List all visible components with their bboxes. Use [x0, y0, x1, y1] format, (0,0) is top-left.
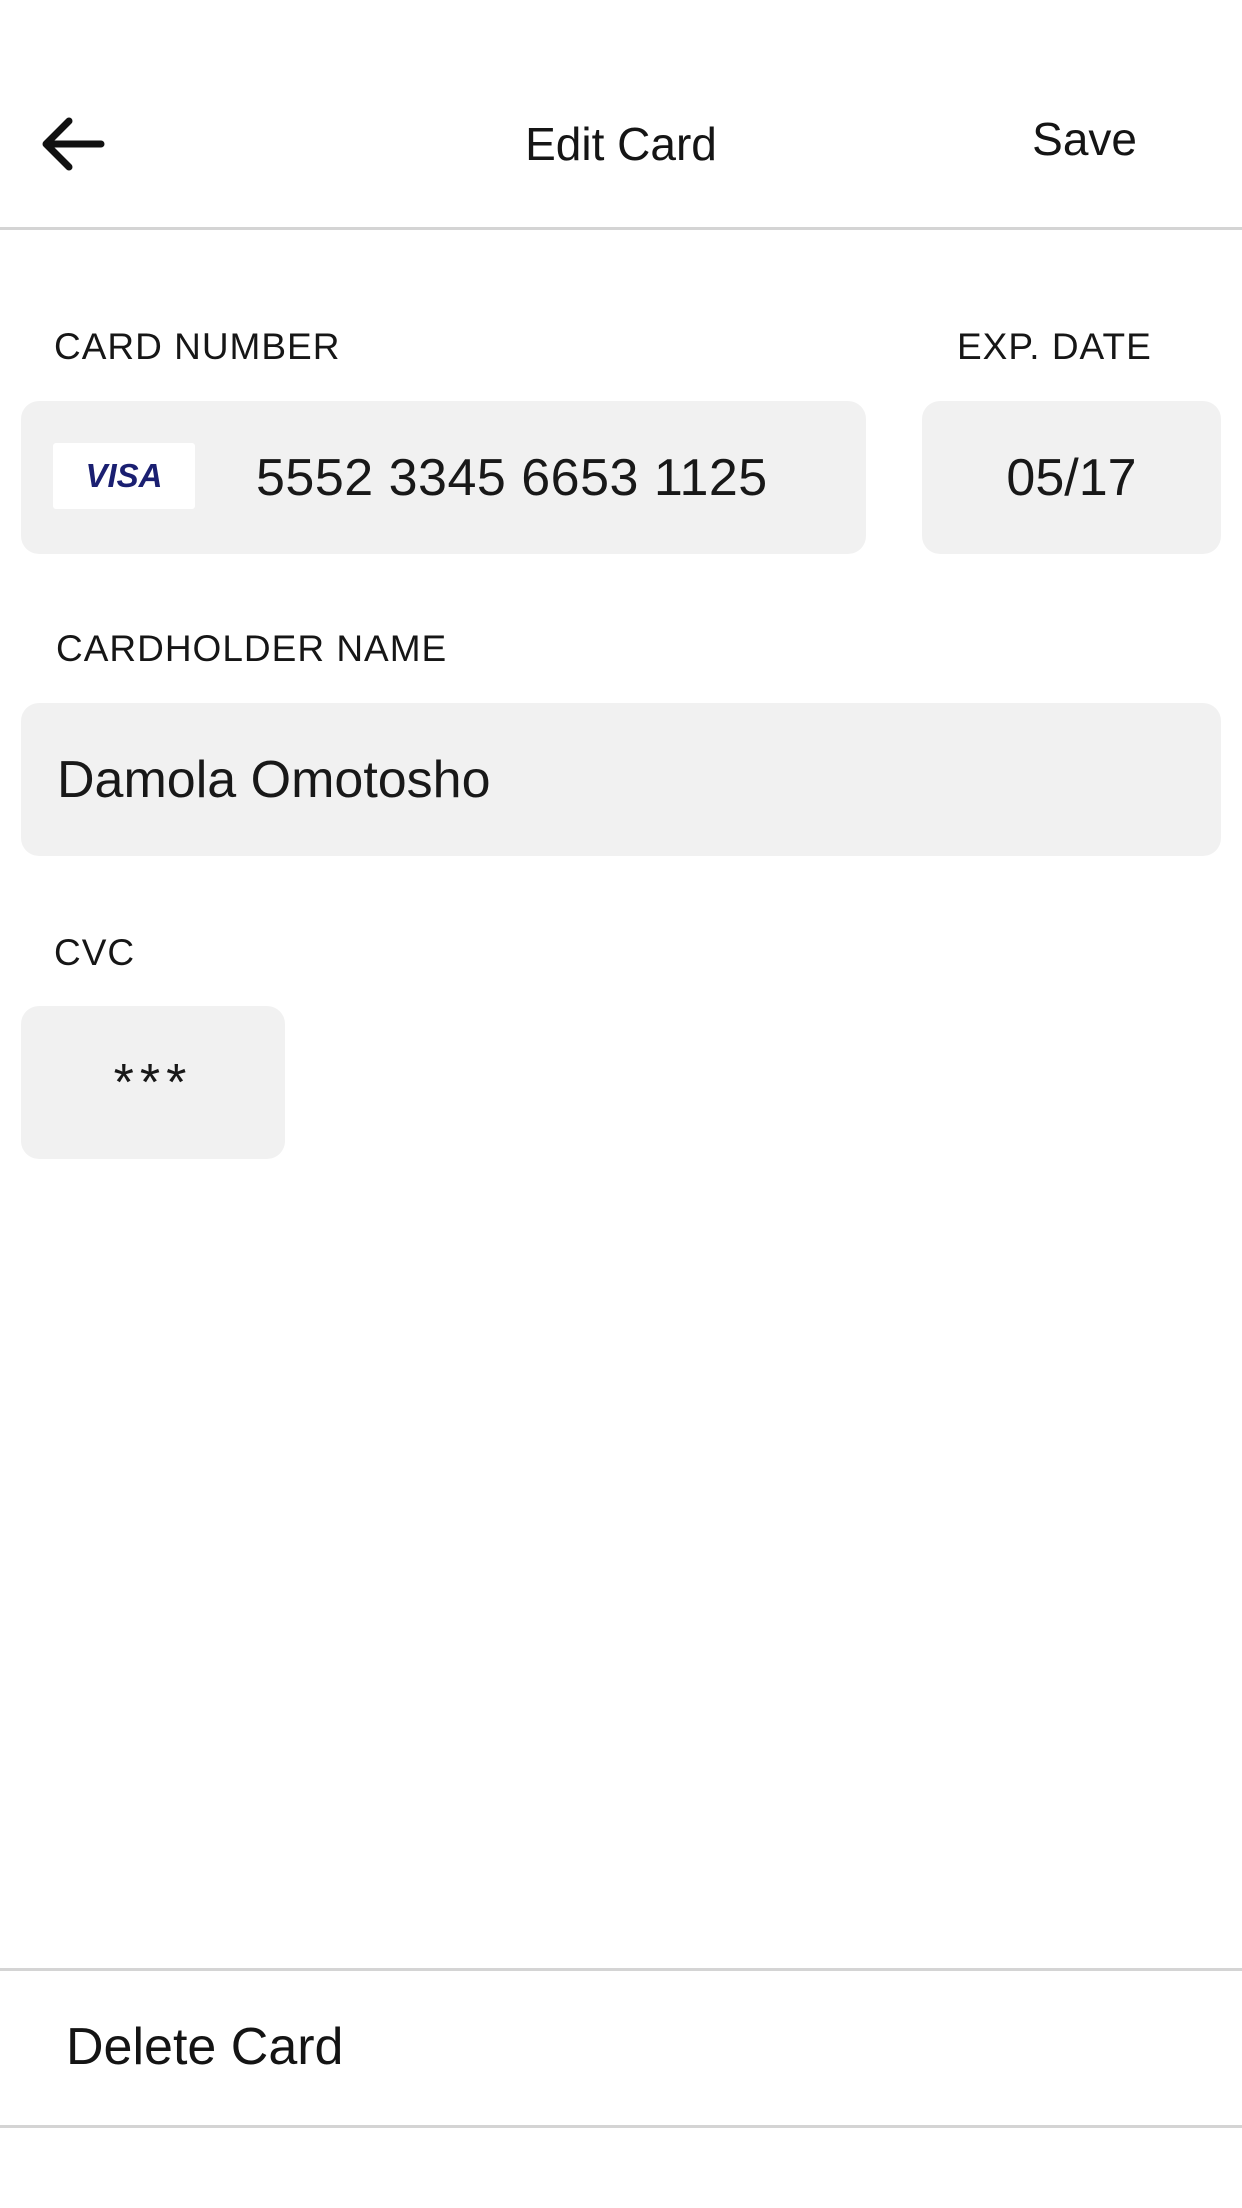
exp-date-value: 05/17	[1006, 448, 1137, 507]
svg-text:VISA: VISA	[85, 457, 162, 494]
delete-card-button[interactable]: Delete Card	[0, 1968, 1242, 2128]
cvc-field[interactable]: ***	[21, 1006, 285, 1159]
cardholder-name-field[interactable]: Damola Omotosho	[21, 703, 1221, 856]
cvc-label: CVC	[54, 932, 136, 973]
top-nav-bar: Edit Card Save	[0, 0, 1242, 230]
visa-logo: VISA	[53, 443, 195, 509]
cardholder-name-value: Damola Omotosho	[57, 750, 491, 809]
card-number-value: 5552 3345 6653 1125	[256, 448, 768, 507]
exp-date-field[interactable]: 05/17	[922, 401, 1221, 554]
delete-card-label: Delete Card	[66, 2018, 344, 2076]
cardholder-name-label: CARDHOLDER NAME	[56, 628, 448, 669]
visa-icon: VISA	[85, 457, 162, 494]
exp-date-label: EXP. DATE	[957, 326, 1152, 367]
save-button[interactable]: Save	[1032, 112, 1137, 166]
card-number-field[interactable]: VISA 5552 3345 6653 1125	[21, 401, 866, 554]
cvc-value: ***	[113, 1053, 193, 1112]
card-number-label: CARD NUMBER	[54, 326, 341, 367]
